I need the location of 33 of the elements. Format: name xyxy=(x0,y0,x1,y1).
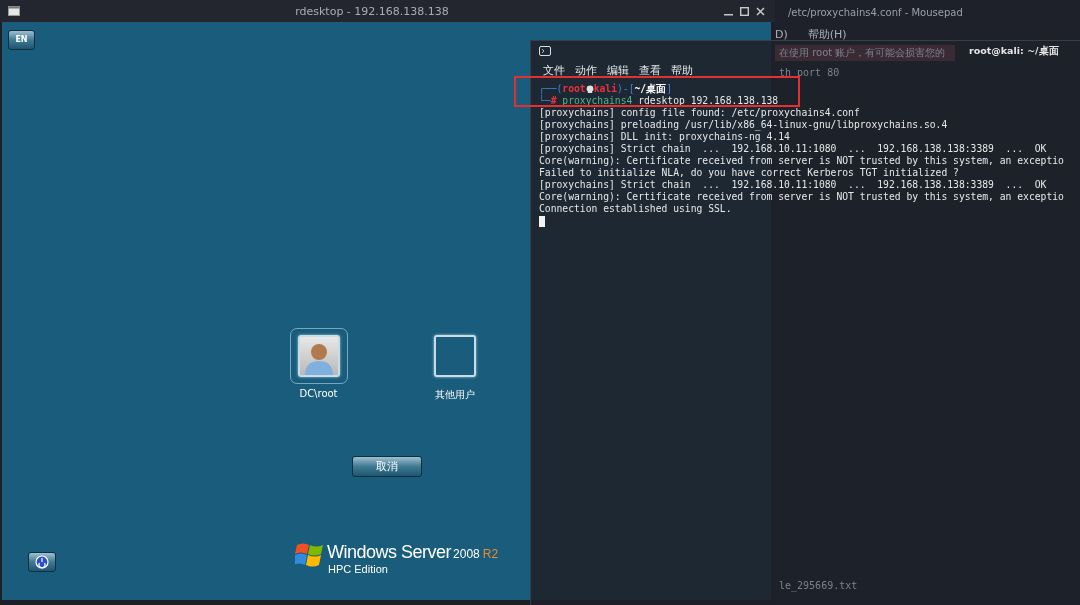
prompt-user: ┌──(root xyxy=(539,83,586,95)
language-button[interactable]: EN xyxy=(8,29,35,50)
output-line: [proxychains] Strict chain ... 192.168.10.11:1080 ... 192.168.138.138:3389 ... OK xyxy=(539,179,1047,191)
product-release: R2 xyxy=(482,547,499,561)
cancel-button[interactable]: 取消 xyxy=(351,455,422,477)
product-name: Windows Server xyxy=(327,542,452,563)
editor-text: 在使用 root 账户，有可能会损害您的 xyxy=(775,45,955,61)
user-name: 其他用户 xyxy=(434,387,475,402)
output-line: [proxychains] Strict chain ... 192.168.10.11:1080 ... 192.168.138.138:3389 ... OK xyxy=(539,143,1047,155)
output-line: [proxychains] config file found: /etc/proxychains4.conf xyxy=(539,107,860,119)
menu-item[interactable]: D) xyxy=(775,28,788,41)
product-edition: HPC Edition xyxy=(328,563,389,575)
editor-text: le_295669.txt xyxy=(778,578,859,593)
menu-item[interactable]: 查看 xyxy=(639,63,661,78)
menu-item[interactable]: 文件 xyxy=(543,63,565,78)
menu-item[interactable]: 编辑 xyxy=(607,63,629,78)
output-line: Connection established using SSL. xyxy=(539,203,732,215)
output-line: Failed to initialize NLA, do you have correct Kerberos TGT initialized ? xyxy=(539,167,959,179)
window-title: rdesktop - 192.168.138.138 xyxy=(295,4,449,18)
window-title: root@kali: ~/桌面 xyxy=(969,44,1059,58)
user-name: DC\root xyxy=(299,387,338,399)
menu-item[interactable]: 帮助(H) xyxy=(807,27,847,42)
editor-text: th port 80 xyxy=(778,65,841,80)
product-version: 2008 xyxy=(453,547,480,561)
command-line: └─# proxychains4 rdesktop 192.168.138.138 xyxy=(539,95,779,107)
output-line: Core(warning): Certificate received from server is NOT trusted by this system, an exceptio xyxy=(539,191,1064,203)
window-title: /etc/proxychains4.conf - Mousepad xyxy=(788,7,963,18)
menu-item[interactable]: 动作 xyxy=(575,63,597,78)
output-line: Core(warning): Certificate received from server is NOT trusted by this system, an exceptio xyxy=(539,155,1064,167)
output-line: [proxychains] preloading /usr/lib/x86_64-linux-gnu/libproxychains.so.4 xyxy=(539,119,948,131)
menu-item[interactable]: 帮助 xyxy=(671,63,693,78)
output-line: [proxychains] DLL init: proxychains-ng 4.14 xyxy=(539,131,790,143)
prompt-host-path: kali)-[~/桌面] xyxy=(593,83,673,95)
